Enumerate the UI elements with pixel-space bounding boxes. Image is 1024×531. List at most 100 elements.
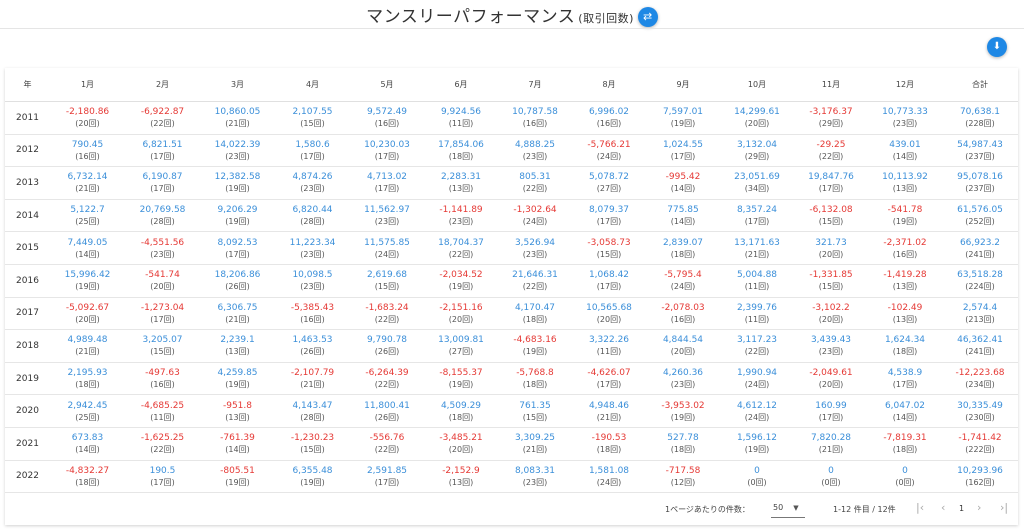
month-cell: 4,143.47 (28回) [275, 394, 350, 428]
trade-count: (16回) [670, 314, 696, 324]
trade-count: (17回) [150, 184, 175, 194]
profit-value: -2,107.79 [290, 368, 335, 379]
month-cell: -2,180.86 (20回) [50, 101, 125, 135]
month-cell: -6,132.08 (15回) [794, 199, 868, 233]
total-cell: 10,293.96 (162回) [942, 460, 1018, 494]
trade-count: (18回) [448, 412, 474, 422]
month-cell: -3,485.21 (20回) [424, 427, 498, 461]
profit-value: 8,083.31 [514, 465, 556, 476]
trade-count: (13回) [448, 477, 474, 487]
month-cell: 8,357.24 (17回) [720, 199, 794, 233]
month-cell: 7,597.01 (19回) [646, 101, 720, 135]
trade-count: (29回) [744, 151, 770, 161]
trade-count: (21回) [818, 445, 844, 455]
month-cell: -5,768.8 (18回) [498, 362, 572, 396]
month-cell: 3,117.23 (22回) [720, 329, 794, 363]
trade-count: (34回) [744, 184, 770, 194]
table-row: 2018 4,989.48 (21回) 3,205.07 (15回) 2,239.1 (13… [5, 329, 1018, 363]
profit-value: -1,273.04 [140, 302, 185, 313]
month-cell: 2,942.45 (25回) [50, 394, 125, 428]
profit-value: -29.25 [816, 139, 846, 150]
profit-value: -3,102.2 [812, 302, 850, 313]
trade-count: (19回) [225, 380, 250, 390]
swap-icon[interactable]: ⇄ [637, 7, 658, 27]
month-cell: 9,790.78 (26回) [350, 329, 424, 363]
trade-count: (17回) [150, 477, 175, 487]
profit-value: -541.78 [887, 205, 923, 216]
profit-value: 6,820.44 [292, 205, 333, 216]
trade-count: (222回) [965, 445, 995, 455]
trade-count: (17回) [744, 217, 770, 227]
per-page-select[interactable]: 50 ▼ [773, 503, 799, 512]
paginator: 1ページあたりの件数： 50 ▼ 1-12 件目 / 12件 |‹ ‹ 1 › ›… [5, 490, 1018, 525]
trade-count: (16回) [300, 314, 325, 324]
trade-count: (24回) [744, 412, 770, 422]
month-cell: 4,259.85 (19回) [200, 362, 275, 396]
month-cell: 3,309.25 (21回) [498, 427, 572, 461]
profit-value: 2,839.07 [662, 237, 704, 248]
total-cell: 66,923.2 (241回) [942, 231, 1018, 265]
month-cell: 7,449.05 (14回) [50, 231, 125, 265]
month-cell: -3,058.73 (15回) [572, 231, 646, 265]
month-cell: -761.39 (14回) [200, 427, 275, 461]
trade-count: (19回) [300, 477, 325, 487]
month-cell: 6,821.51 (17回) [125, 134, 200, 168]
trade-count: (20回) [818, 314, 844, 324]
trade-count: (23回) [225, 151, 250, 161]
month-cell: 4,948.46 (21回) [572, 394, 646, 428]
trade-count: (230回) [965, 412, 995, 422]
column-header: 合計 [942, 68, 1018, 102]
trade-count: (22回) [744, 347, 770, 357]
trade-count: (26回) [374, 347, 400, 357]
last-page-icon[interactable]: ›| [1000, 501, 1008, 514]
table-row: 2020 2,942.45 (25回) -4,685.25 (11回) -951.8 (13… [5, 394, 1018, 428]
trade-count: (12回) [670, 477, 696, 487]
profit-value: -995.42 [665, 172, 701, 183]
profit-value: -1,683.24 [365, 302, 409, 313]
first-page-icon[interactable]: |‹ [916, 501, 924, 514]
profit-value: 11,575.85 [364, 237, 410, 248]
trade-count: (17回) [374, 477, 400, 487]
month-cell: 3,322.26 (11回) [572, 329, 646, 363]
trade-count: (24回) [670, 282, 696, 292]
profit-value: 6,306.75 [217, 302, 258, 313]
month-cell: -2,371.02 (16回) [868, 231, 942, 265]
profit-value: 10,565.68 [586, 302, 632, 313]
month-cell: 0 (0回) [794, 460, 868, 494]
trade-count: (14回) [75, 445, 100, 455]
column-header: 2月 [125, 68, 200, 102]
profit-value: -1,625.25 [140, 433, 185, 444]
column-header: 3月 [200, 68, 275, 102]
profit-value: -2,180.86 [65, 107, 110, 118]
trade-count: (14回) [892, 412, 918, 422]
month-cell: 4,509.29 (18回) [424, 394, 498, 428]
trade-count: (0回) [747, 477, 767, 487]
month-cell: 2,399.76 (11回) [720, 297, 794, 331]
profit-value: 2,195.93 [67, 368, 108, 379]
total-cell: 2,574.4 (213回) [942, 297, 1018, 331]
table-row: 2019 2,195.93 (18回) -497.63 (16回) 4,259.85 (19… [5, 362, 1018, 396]
profit-value: 10,293.96 [957, 465, 1003, 476]
trade-count: (19回) [522, 347, 548, 357]
trade-count: (18回) [892, 445, 918, 455]
table-header-row: 年 1月 2月 3月 4月 5月 6月 7月 8月 9月 10月 11月 12月 合計 [5, 68, 1018, 102]
trade-count: (22回) [522, 282, 548, 292]
month-cell: 7,820.28 (21回) [794, 427, 868, 461]
download-icon[interactable]: ⬇ [987, 37, 1007, 57]
month-cell: -6,922.87 (22回) [125, 101, 200, 135]
trade-count: (21回) [75, 347, 100, 357]
profit-value: -2,049.61 [809, 368, 853, 379]
month-cell: 190.5 (17回) [125, 460, 200, 494]
trade-count: (237回) [965, 184, 995, 194]
profit-value: 9,790.78 [366, 335, 408, 346]
next-page-icon[interactable]: › [977, 501, 981, 514]
trade-count: (23回) [892, 119, 918, 129]
prev-page-icon[interactable]: ‹ [941, 501, 945, 514]
month-cell: -190.53 (18回) [572, 427, 646, 461]
profit-value: 2,942.45 [67, 400, 108, 411]
trade-count: (22回) [150, 445, 175, 455]
month-cell: 15,996.42 (19回) [50, 264, 125, 298]
trade-count: (224回) [965, 282, 995, 292]
month-cell: 8,092.53 (17回) [200, 231, 275, 265]
profit-value: 70,638.1 [959, 107, 1001, 118]
